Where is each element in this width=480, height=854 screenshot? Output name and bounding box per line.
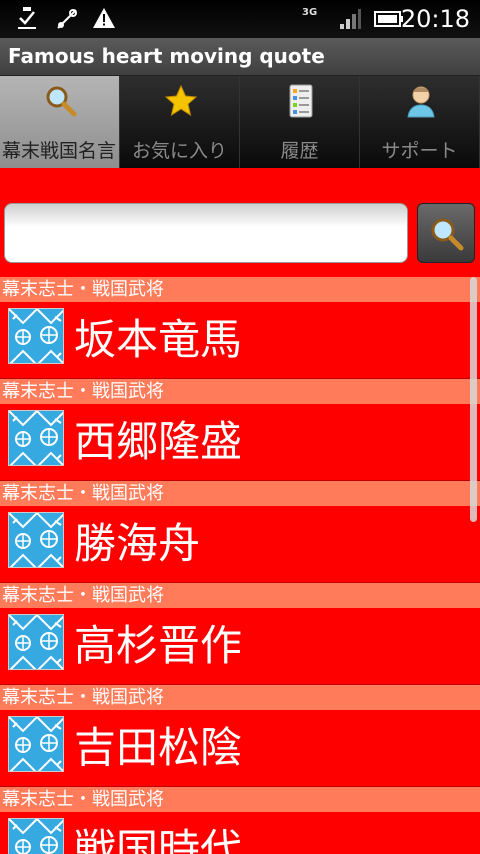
search-icon — [44, 84, 78, 118]
app-title: Famous heart moving quote — [8, 44, 325, 68]
person-name: 坂本竜馬 — [74, 315, 243, 364]
search-button[interactable] — [417, 203, 475, 263]
tab-bar: 幕末戦国名言 お気に入り 履歴 サポート — [0, 76, 480, 168]
list-item[interactable]: 幕末志士・戦国武将 勝海舟 — [0, 481, 480, 583]
category-header: 幕末志士・戦国武将 — [0, 787, 480, 812]
list-item[interactable]: 幕末志士・戦国武将 坂本竜馬 — [0, 277, 480, 379]
tab-favorites[interactable]: お気に入り — [120, 76, 240, 168]
download-done-icon — [14, 6, 40, 36]
tab-support[interactable]: サポート — [360, 76, 480, 168]
search-icon — [431, 218, 464, 251]
category-header: 幕末志士・戦国武将 — [0, 685, 480, 710]
warning-icon — [92, 6, 116, 34]
pattern-thumbnail-icon — [8, 614, 64, 670]
person-name: 高杉晋作 — [74, 621, 243, 670]
category-header: 幕末志士・戦国武将 — [0, 481, 480, 506]
history-list-icon — [284, 84, 318, 118]
pattern-thumbnail-icon — [8, 308, 64, 364]
star-icon — [164, 84, 198, 118]
list-item-body[interactable]: 高杉晋作 — [0, 608, 480, 685]
battery-icon — [374, 10, 404, 32]
list-item[interactable]: 幕末志士・戦国武将 戦国時代 — [0, 787, 480, 854]
tab-famous-quotes[interactable]: 幕末戦国名言 — [0, 76, 120, 168]
list-item-body[interactable]: 勝海舟 — [0, 506, 480, 583]
category-header: 幕末志士・戦国武将 — [0, 583, 480, 608]
tab-label: サポート — [381, 140, 458, 162]
clock: 20:18 — [400, 5, 470, 33]
list-item-body[interactable]: 戦国時代 — [0, 812, 480, 854]
search-input[interactable] — [4, 203, 408, 263]
status-bar: 3G 20:18 — [0, 0, 480, 38]
list-item[interactable]: 幕末志士・戦国武将 高杉晋作 — [0, 583, 480, 685]
tab-label: 幕末戦国名言 — [2, 140, 117, 162]
tab-label: 履歴 — [280, 140, 319, 162]
title-bar: Famous heart moving quote — [0, 38, 480, 76]
person-name: 西郷隆盛 — [74, 417, 243, 466]
list-scrollbar[interactable] — [470, 277, 477, 522]
list-item-body[interactable]: 坂本竜馬 — [0, 302, 480, 379]
list-item[interactable]: 幕末志士・戦国武将 西郷隆盛 — [0, 379, 480, 481]
person-name: 戦国時代 — [74, 825, 243, 854]
list-item-body[interactable]: 吉田松陰 — [0, 710, 480, 787]
usb-debug-icon — [54, 6, 80, 36]
list-item[interactable]: 幕末志士・戦国武将 吉田松陰 — [0, 685, 480, 787]
pattern-thumbnail-icon — [8, 716, 64, 772]
category-header: 幕末志士・戦国武将 — [0, 379, 480, 404]
quote-person-list: 幕末志士・戦国武将 坂本竜馬 幕末志士・戦国武将 西郷隆盛 幕末志士・戦国武将 … — [0, 277, 480, 854]
pattern-thumbnail-icon — [8, 818, 64, 854]
person-name: 吉田松陰 — [74, 723, 243, 772]
list-item-body[interactable]: 西郷隆盛 — [0, 404, 480, 481]
person-icon — [404, 84, 438, 118]
pattern-thumbnail-icon — [8, 410, 64, 466]
tab-label: お気に入り — [131, 140, 227, 162]
tab-history[interactable]: 履歴 — [240, 76, 360, 168]
network-type: 3G — [302, 7, 318, 18]
category-header: 幕末志士・戦国武将 — [0, 277, 480, 302]
person-name: 勝海舟 — [74, 519, 201, 568]
signal-icon — [338, 8, 362, 34]
pattern-thumbnail-icon — [8, 512, 64, 568]
